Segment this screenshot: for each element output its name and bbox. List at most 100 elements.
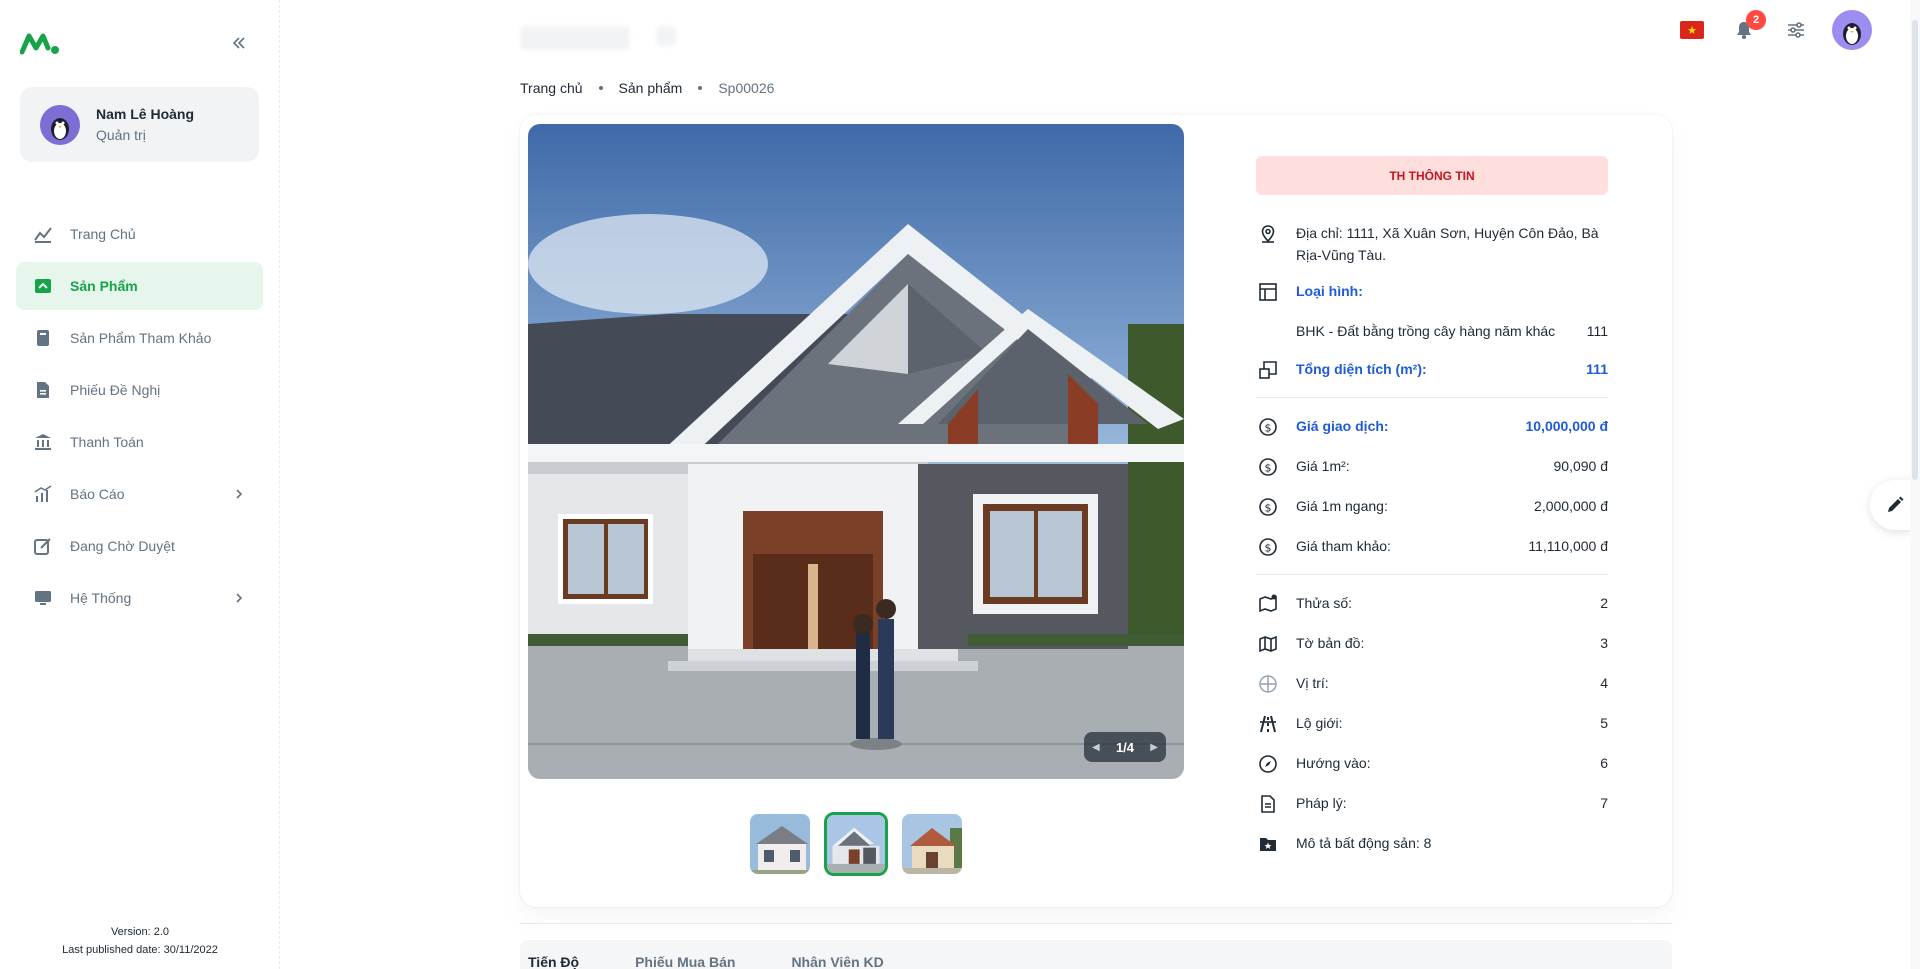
image-pager: ◀ 1/4 ▶ — [1084, 732, 1166, 762]
price-m2-row: $ Giá 1m²: 90,090 đ — [1256, 455, 1608, 479]
sidebar-item-label: Sản Phẩm — [70, 278, 138, 294]
position-row: Vị trí: 4 — [1256, 672, 1608, 696]
sidebar-item-label: Hệ Thống — [70, 590, 132, 606]
previous-image-icon[interactable]: ◀ — [1092, 742, 1100, 753]
type-row: Loại hình: — [1256, 280, 1608, 304]
type-value-label: BHK - Đất bằng trồng cây hàng năm khác — [1296, 323, 1556, 339]
direction-label: Hướng vào: — [1296, 755, 1371, 771]
account-card[interactable]: Nam Lê Hoàng Quản trị — [20, 87, 259, 162]
tab-bar: Tiến Độ Phiếu Mua Bán Nhân Viên KD — [520, 940, 1672, 969]
collapse-sidebar-icon[interactable] — [226, 30, 252, 56]
type-value: 111 — [1586, 323, 1608, 339]
sidebar-item-he-thong[interactable]: Hệ Thống — [16, 574, 263, 622]
info-header: TH THÔNG TIN — [1256, 156, 1608, 195]
sidebar-item-dang-cho-duyet[interactable]: Đang Chờ Duyệt — [16, 522, 263, 570]
price-label: Giá giao dịch: — [1296, 418, 1389, 434]
document-icon — [32, 379, 54, 401]
svg-text:$: $ — [1265, 462, 1272, 475]
sidebar-item-trang-chu[interactable]: Trang Chủ — [16, 210, 263, 258]
version-info: Version: 2.0 Last published date: 30/11/… — [0, 923, 280, 959]
title-edit-placeholder — [656, 26, 676, 46]
sidebar-item-bao-cao[interactable]: Báo Cáo — [16, 470, 263, 518]
thumbnail-3[interactable] — [900, 812, 964, 876]
thumbnail-1[interactable] — [748, 812, 812, 876]
breadcrumb: Trang chủ Sản phẩm Sp00026 — [520, 80, 774, 96]
compass-icon — [1256, 752, 1280, 776]
next-image-icon[interactable]: ▶ — [1150, 742, 1158, 753]
price-width-row: $ Giá 1m ngang: 2,000,000 đ — [1256, 495, 1608, 519]
tab-nhan-vien-kd[interactable]: Nhân Viên KD — [791, 940, 883, 969]
svg-text:$: $ — [1265, 542, 1272, 555]
report-icon — [32, 483, 54, 505]
location-pin-icon — [1256, 222, 1280, 246]
area-label: Tổng diện tích (m²): — [1296, 361, 1427, 377]
map-label: Tờ bản đồ: — [1296, 635, 1365, 651]
edit-square-icon — [32, 535, 54, 557]
notification-bell-icon[interactable]: 2 — [1732, 10, 1766, 42]
road-value: 5 — [1600, 715, 1608, 731]
sidebar-item-san-pham-tham-khao[interactable]: Sản Phẩm Tham Khảo — [16, 314, 263, 362]
thumbnail-strip — [748, 812, 964, 876]
breadcrumb-products[interactable]: Sản phẩm — [619, 80, 683, 96]
parcel-value: 2 — [1600, 595, 1608, 611]
dollar-circle-icon: $ — [1256, 455, 1280, 479]
tab-phieu-mua-ban[interactable]: Phiếu Mua Bán — [635, 940, 735, 969]
price-m2-label: Giá 1m²: — [1296, 458, 1350, 474]
sidebar-item-phieu-de-nghi[interactable]: Phiếu Đề Nghị — [16, 366, 263, 414]
scrollbar-thumb[interactable] — [1912, 20, 1918, 480]
version-text: Version: 2.0 — [110, 926, 170, 938]
user-role: Quản trị — [96, 127, 146, 143]
svg-text:$: $ — [1265, 422, 1272, 435]
notification-badge: 2 — [1746, 10, 1766, 30]
breadcrumb-home[interactable]: Trang chủ — [520, 80, 583, 96]
sidebar-item-label: Phiếu Đề Nghị — [70, 382, 161, 398]
thumbnail-2[interactable] — [824, 812, 888, 876]
position-value: 4 — [1600, 675, 1608, 691]
direction-row: Hướng vào: 6 — [1256, 752, 1608, 776]
chart-home-icon — [32, 223, 54, 245]
road-row: Lộ giới: 5 — [1256, 712, 1608, 736]
sidebar: Nam Lê Hoàng Quản trị Trang Chủ Sản Phẩm… — [0, 0, 280, 969]
map-icon — [1256, 632, 1280, 656]
direction-value: 6 — [1600, 755, 1608, 771]
sidebar-item-label: Trang Chủ — [70, 226, 136, 242]
file-icon — [1256, 792, 1280, 816]
price-value: 10,000,000 đ — [1525, 418, 1608, 434]
breadcrumb-separator — [698, 86, 703, 90]
price-ref-value: 11,110,000 đ — [1528, 538, 1608, 554]
breadcrumb-current: Sp00026 — [718, 80, 775, 96]
description-row: Mô tả bất động sản: 8 — [1256, 832, 1608, 856]
vietnam-flag-icon[interactable]: ★ — [1680, 21, 1704, 39]
type-value-row: BHK - Đất bằng trồng cây hàng năm khác 1… — [1256, 320, 1608, 344]
page-scrollbar[interactable] — [1910, 0, 1920, 969]
sidebar-item-label: Sản Phẩm Tham Khảo — [70, 330, 212, 346]
road-label: Lộ giới: — [1296, 715, 1343, 731]
legal-label: Pháp lý: — [1296, 795, 1347, 811]
road-icon — [1256, 712, 1280, 736]
user-name: Nam Lê Hoàng — [96, 106, 195, 122]
dollar-circle-icon: $ — [1256, 415, 1280, 439]
sidebar-item-label: Thanh Toán — [70, 434, 144, 450]
tab-tien-do[interactable]: Tiến Độ — [528, 940, 579, 969]
page-title-placeholder — [520, 26, 630, 50]
published-date: Last published date: 30/11/2022 — [62, 944, 218, 956]
map-value: 3 — [1600, 635, 1608, 651]
divider — [520, 923, 1672, 924]
app-logo[interactable] — [19, 30, 60, 56]
dollar-circle-icon: $ — [1256, 535, 1280, 559]
settings-sliders-icon[interactable] — [1784, 18, 1808, 42]
chevron-right-icon — [231, 590, 247, 609]
area-icon — [1256, 358, 1280, 382]
product-icon — [32, 275, 54, 297]
sidebar-item-san-pham[interactable]: Sản Phẩm — [16, 262, 263, 310]
chevron-right-icon — [231, 486, 247, 505]
book-icon — [32, 327, 54, 349]
svg-text:$: $ — [1265, 502, 1272, 515]
sidebar-item-label: Đang Chờ Duyệt — [70, 538, 175, 554]
user-avatar[interactable] — [1832, 10, 1872, 50]
product-main-image[interactable] — [528, 124, 1184, 779]
breadcrumb-separator — [598, 86, 603, 90]
layout-icon — [1256, 280, 1280, 304]
sidebar-item-thanh-toan[interactable]: Thanh Toán — [16, 418, 263, 466]
map-pin-icon — [1256, 592, 1280, 616]
